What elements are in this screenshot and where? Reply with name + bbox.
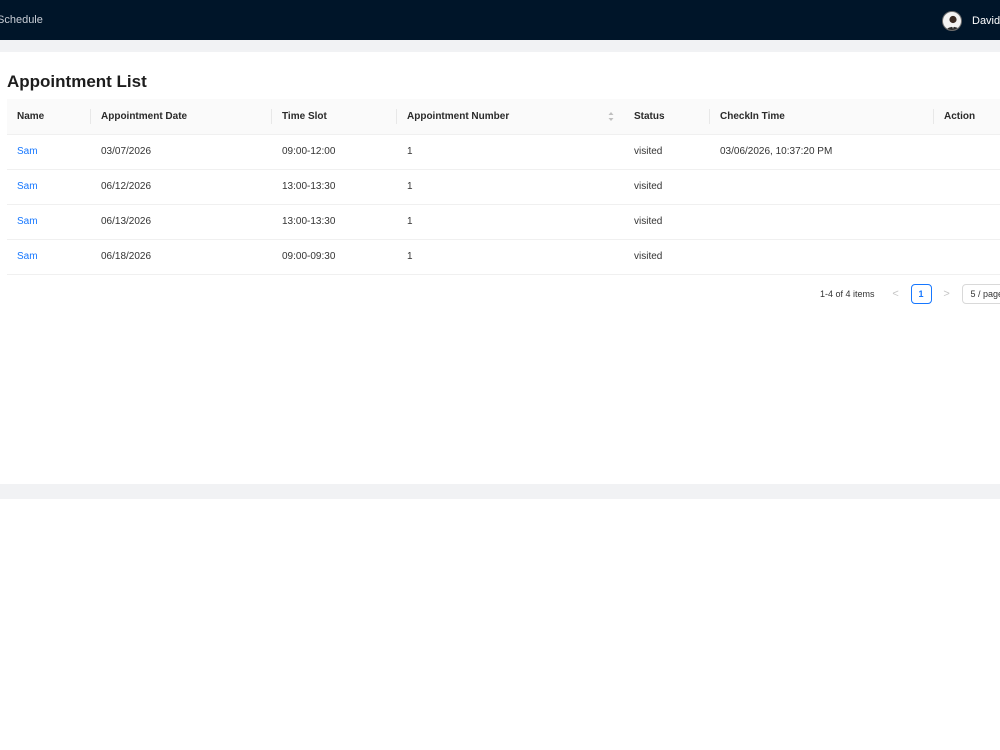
person-avatar-icon [946, 15, 960, 30]
cell-status: visited [624, 134, 710, 170]
cell-checkin-time [710, 204, 934, 240]
cell-appointment-number: 1 [397, 239, 624, 275]
user-menu[interactable]: David S [942, 10, 1000, 32]
cell-appointment-number: 1 [397, 204, 624, 240]
cell-action [934, 204, 1000, 240]
prev-page-button[interactable]: < [887, 288, 905, 300]
sort-icon[interactable] [608, 111, 614, 122]
nav-item-schedule[interactable]: Schedule [0, 14, 43, 26]
cell-appointment-date: 06/18/2026 [91, 239, 272, 275]
next-page-button[interactable]: > [938, 288, 956, 300]
pagination: 1-4 of 4 items < 1 > 5 / page [820, 284, 1000, 304]
column-header-checkin-time: CheckIn Time [710, 99, 934, 135]
table-row: Sam 03/07/2026 09:00-12:00 1 visited 03/… [7, 134, 1000, 170]
cell-time-slot: 13:00-13:30 [272, 204, 397, 240]
page-1-button[interactable]: 1 [910, 284, 932, 304]
cell-action [934, 169, 1000, 205]
column-header-appointment-number[interactable]: Appointment Number [397, 99, 624, 135]
cell-name[interactable]: Sam [7, 169, 91, 205]
cell-time-slot: 09:00-12:00 [272, 134, 397, 170]
cell-appointment-date: 03/07/2026 [91, 134, 272, 170]
table-row: Sam 06/18/2026 09:00-09:30 1 visited [7, 239, 1000, 275]
cell-action [934, 134, 1000, 170]
user-avatar[interactable] [942, 11, 962, 31]
cell-status: visited [624, 169, 710, 205]
cell-checkin-time [710, 169, 934, 205]
cell-name[interactable]: Sam [7, 134, 91, 170]
page-title: Appointment List [7, 72, 147, 91]
main-content: Appointment List Name Appointment Date T… [0, 52, 1000, 484]
table-row: Sam 06/12/2026 13:00-13:30 1 visited [7, 169, 1000, 205]
cell-status: visited [624, 204, 710, 240]
cell-appointment-date: 06/12/2026 [91, 169, 272, 205]
cell-checkin-time [710, 239, 934, 275]
cell-action [934, 239, 1000, 275]
column-header-appointment-date: Appointment Date [91, 99, 272, 135]
cell-checkin-time: 03/06/2026, 10:37:20 PM [710, 134, 934, 170]
column-header-action: Action [934, 99, 1000, 135]
page-size-select[interactable]: 5 / page [961, 284, 1000, 304]
pagination-total: 1-4 of 4 items [820, 289, 875, 299]
user-name[interactable]: David S [972, 15, 1000, 27]
top-navigation-bar: Schedule David S [0, 0, 1000, 40]
column-header-time-slot: Time Slot [272, 99, 397, 135]
table-header-row: Name Appointment Date Time Slot Appointm… [7, 99, 1000, 135]
layout-spacer [0, 40, 1000, 52]
cell-appointment-date: 06/13/2026 [91, 204, 272, 240]
column-header-name: Name [7, 99, 91, 135]
footer [0, 484, 1000, 499]
cell-appointment-number: 1 [397, 169, 624, 205]
appointment-table: Name Appointment Date Time Slot Appointm… [7, 99, 1000, 275]
cell-appointment-number: 1 [397, 134, 624, 170]
cell-status: visited [624, 239, 710, 275]
column-header-status: Status [624, 99, 710, 135]
table-row: Sam 06/13/2026 13:00-13:30 1 visited [7, 204, 1000, 240]
cell-time-slot: 13:00-13:30 [272, 169, 397, 205]
cell-time-slot: 09:00-09:30 [272, 239, 397, 275]
cell-name[interactable]: Sam [7, 204, 91, 240]
cell-name[interactable]: Sam [7, 239, 91, 275]
